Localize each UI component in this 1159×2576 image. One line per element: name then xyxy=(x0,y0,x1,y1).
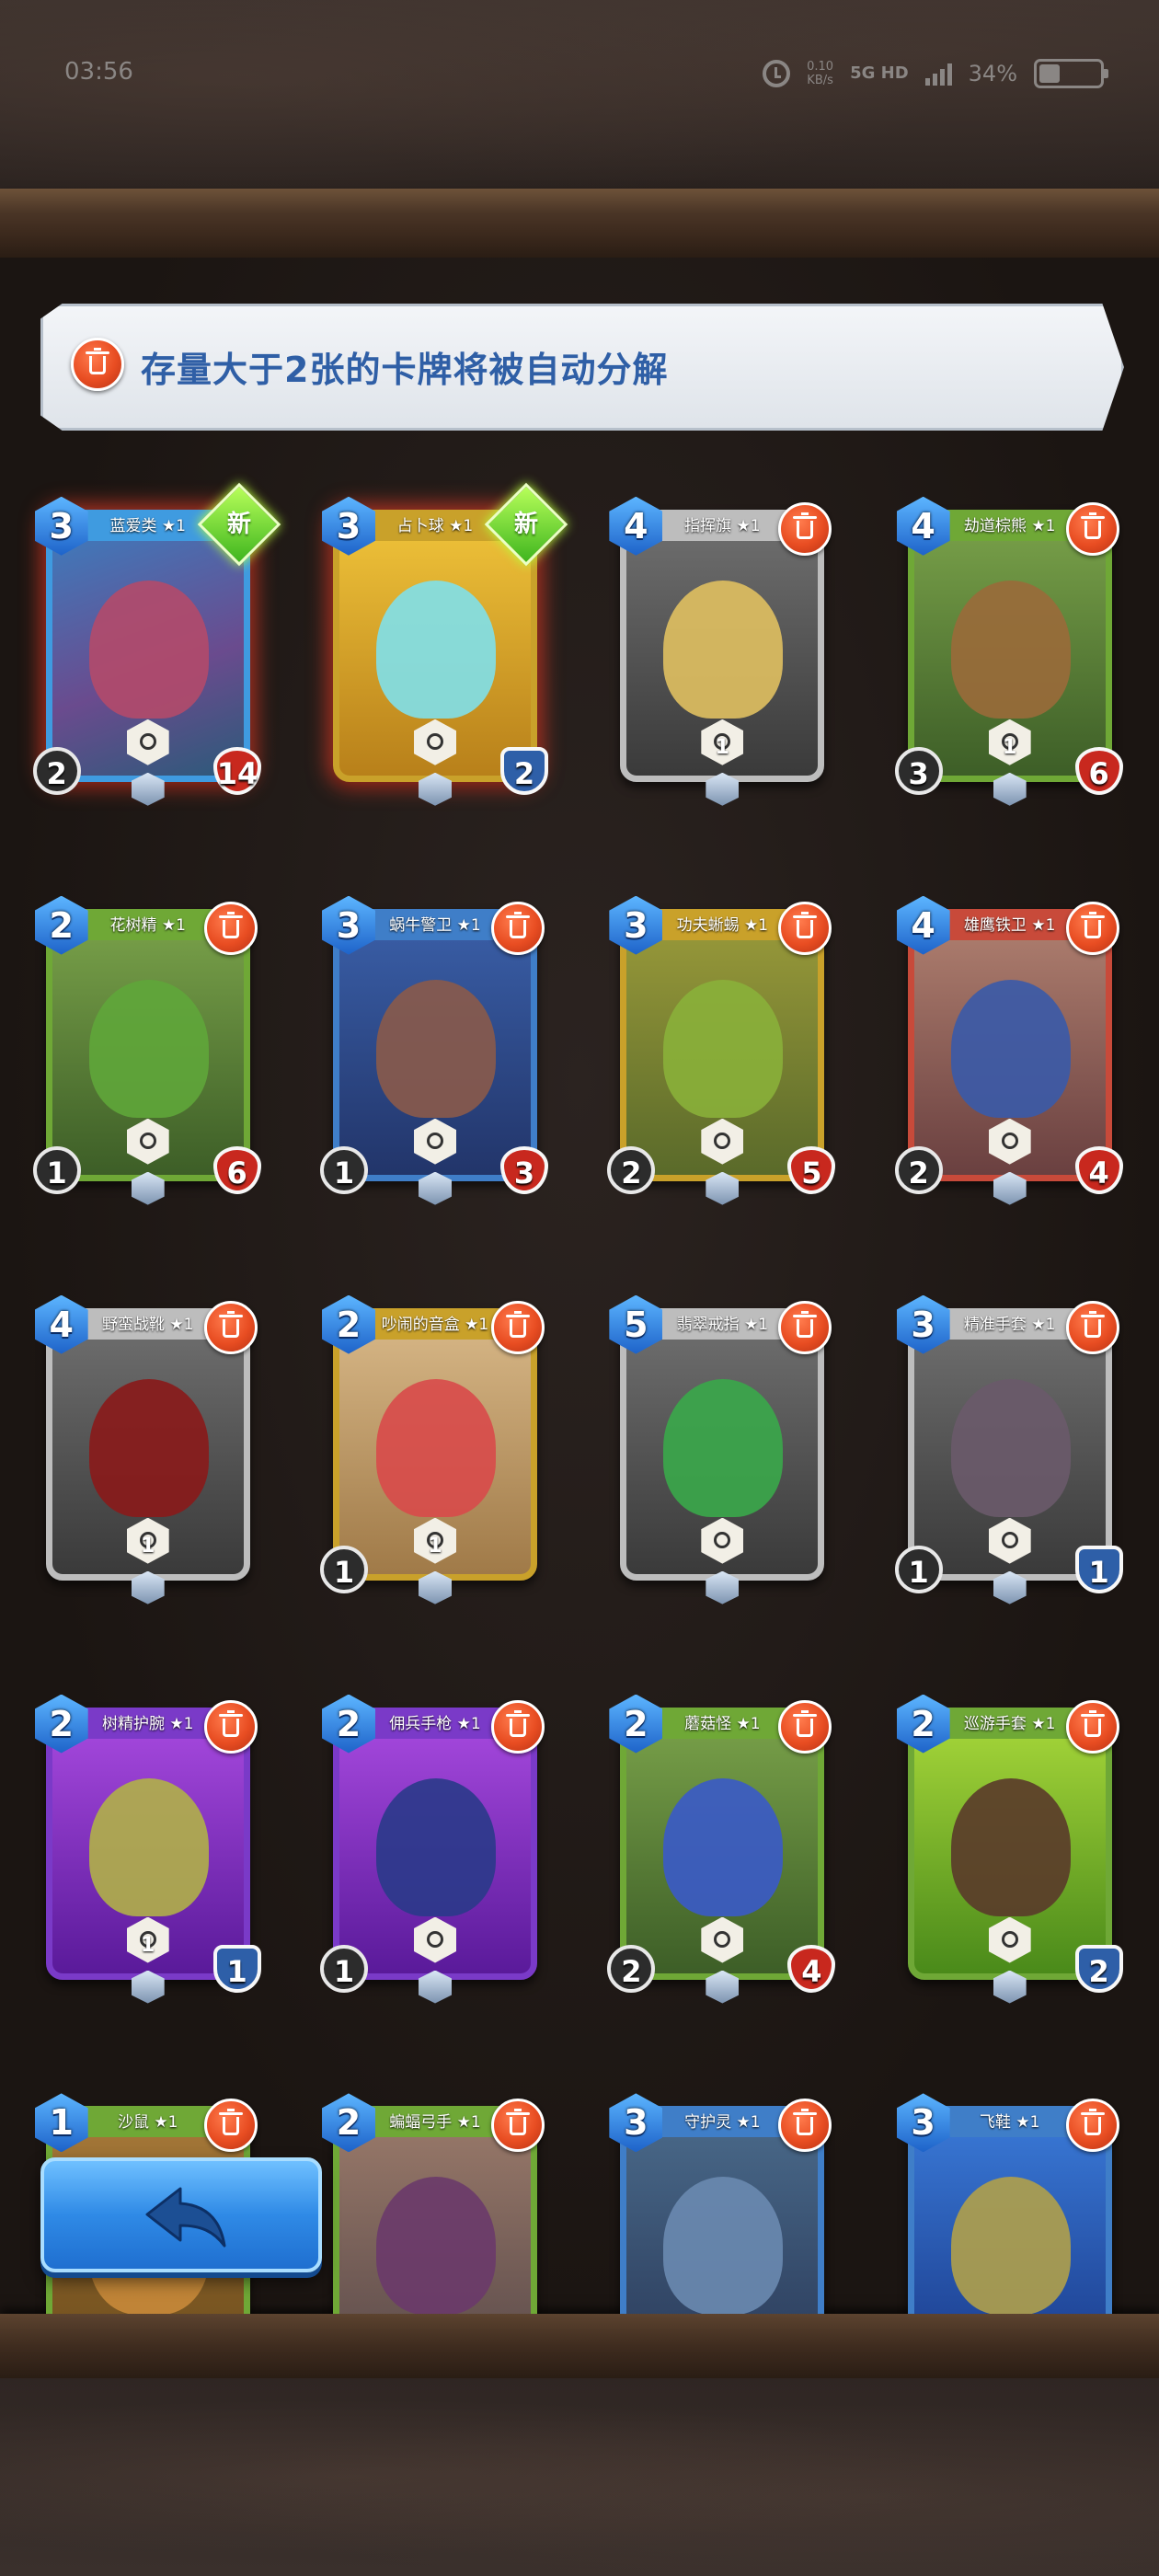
card[interactable]: 野蛮战靴 ★1 4 1 xyxy=(33,1292,263,1604)
card[interactable]: 精准手套 ★1 3 1 1 xyxy=(894,1292,1125,1604)
bottom-wood-rail xyxy=(0,2314,1159,2378)
attack-stat: 1 xyxy=(320,1145,369,1194)
trash-icon[interactable] xyxy=(203,2099,258,2153)
trash-icon[interactable] xyxy=(1065,2099,1119,2153)
attack-stat: 1 xyxy=(320,1545,369,1593)
card-ability-value: 1 xyxy=(1003,735,1017,759)
trash-icon[interactable] xyxy=(778,501,832,556)
trash-icon[interactable] xyxy=(1065,501,1119,556)
health-stat: 14 xyxy=(212,746,261,795)
card[interactable]: 蝙蝠弓手 ★1 2 xyxy=(320,2089,550,2314)
new-label: 新 xyxy=(514,510,539,538)
card-illustration xyxy=(376,1378,497,1517)
trash-icon[interactable] xyxy=(1065,1300,1119,1354)
card-illustration xyxy=(663,580,784,719)
card-illustration xyxy=(376,2177,497,2314)
health-stat: 6 xyxy=(1074,746,1123,795)
card-illustration xyxy=(376,1777,497,1916)
card-illustration xyxy=(950,1777,1071,1916)
defense-stat: 2 xyxy=(500,746,549,795)
defense-stat: 1 xyxy=(212,1944,261,1993)
trash-icon[interactable] xyxy=(491,1699,545,1754)
trash-icon[interactable] xyxy=(491,1300,545,1354)
card-grid: 蓝爱类 ★1 3 新 2 14 占卜球 ★1 3 新 2 指挥旗 ★1 4 1 劫道棕熊 ★1 4 1 3 6 花… xyxy=(0,0,1159,2314)
health-stat: 5 xyxy=(787,1145,836,1194)
card[interactable]: 巡游手套 ★1 2 2 xyxy=(895,1691,1125,2004)
health-stat: 3 xyxy=(500,1145,549,1194)
bottom-wood-frame xyxy=(0,2378,1159,2576)
card-illustration xyxy=(663,1378,784,1517)
attack-stat: 1 xyxy=(320,1944,369,1993)
card[interactable]: 佣兵手枪 ★1 2 1 xyxy=(320,1691,550,2004)
card[interactable]: 翡翠戒指 ★1 5 xyxy=(607,1292,837,1604)
card[interactable]: 功夫蜥蜴 ★1 3 2 5 xyxy=(607,892,837,1205)
trash-icon[interactable] xyxy=(778,901,832,955)
attack-stat: 1 xyxy=(32,1145,81,1194)
health-stat: 4 xyxy=(787,1944,836,1993)
attack-stat: 2 xyxy=(894,1145,943,1194)
trash-icon[interactable] xyxy=(203,1300,258,1354)
card[interactable]: 花树精 ★1 2 1 6 xyxy=(32,892,263,1205)
card-illustration xyxy=(663,2177,784,2314)
card-ability-value: 1 xyxy=(141,1534,155,1558)
trash-icon[interactable] xyxy=(778,1699,832,1754)
card-illustration xyxy=(663,1777,784,1916)
card[interactable]: 蜗牛警卫 ★1 3 1 3 xyxy=(320,892,550,1205)
card-ability-value: 1 xyxy=(141,1933,155,1957)
card[interactable]: 蓝爱类 ★1 3 新 2 14 xyxy=(32,482,281,806)
attack-stat: 2 xyxy=(607,1145,656,1194)
trash-icon[interactable] xyxy=(1065,901,1119,955)
health-stat: 6 xyxy=(212,1145,261,1194)
card-illustration xyxy=(950,1378,1071,1517)
trash-icon[interactable] xyxy=(778,1300,832,1354)
card-illustration xyxy=(950,2177,1071,2314)
attack-stat: 2 xyxy=(607,1944,656,1993)
card-ability-value: 1 xyxy=(715,735,729,759)
health-stat: 4 xyxy=(1074,1145,1123,1194)
trash-icon[interactable] xyxy=(203,1699,258,1754)
card-illustration xyxy=(88,1777,209,1916)
card[interactable]: 劫道棕熊 ★1 4 1 3 6 xyxy=(894,493,1125,806)
card-illustration xyxy=(950,979,1071,1118)
attack-stat: 2 xyxy=(32,746,81,795)
card-illustration xyxy=(88,979,209,1118)
card-illustration xyxy=(376,979,497,1118)
card-illustration xyxy=(376,580,497,719)
card[interactable]: 雄鹰铁卫 ★1 4 2 4 xyxy=(894,892,1125,1205)
attack-stat: 3 xyxy=(894,746,943,795)
card[interactable]: 蘑菇怪 ★1 2 2 4 xyxy=(607,1691,837,2004)
card-illustration xyxy=(88,580,209,719)
trash-icon[interactable] xyxy=(1065,1699,1119,1754)
trash-icon[interactable] xyxy=(491,901,545,955)
card[interactable]: 占卜球 ★1 3 新 2 xyxy=(320,482,568,806)
card-ability-value: 1 xyxy=(428,1534,442,1558)
card[interactable]: 守护灵 ★1 3 xyxy=(607,2089,837,2314)
card[interactable]: 指挥旗 ★1 4 1 xyxy=(607,493,837,806)
defense-stat: 1 xyxy=(1074,1545,1123,1593)
card[interactable]: 飞鞋 ★1 3 xyxy=(895,2089,1125,2314)
card-illustration xyxy=(663,979,784,1118)
attack-stat: 1 xyxy=(894,1545,943,1593)
card-illustration xyxy=(950,580,1071,719)
defense-stat: 2 xyxy=(1074,1944,1123,1993)
card[interactable]: 吵闹的音盒 ★1 2 1 1 xyxy=(320,1292,550,1604)
back-button[interactable] xyxy=(40,2157,322,2272)
card[interactable]: 树精护腕 ★1 2 1 1 xyxy=(33,1691,263,2004)
card-illustration xyxy=(88,1378,209,1517)
back-arrow-icon xyxy=(145,2187,226,2248)
new-label: 新 xyxy=(226,510,251,538)
trash-icon[interactable] xyxy=(203,901,258,955)
